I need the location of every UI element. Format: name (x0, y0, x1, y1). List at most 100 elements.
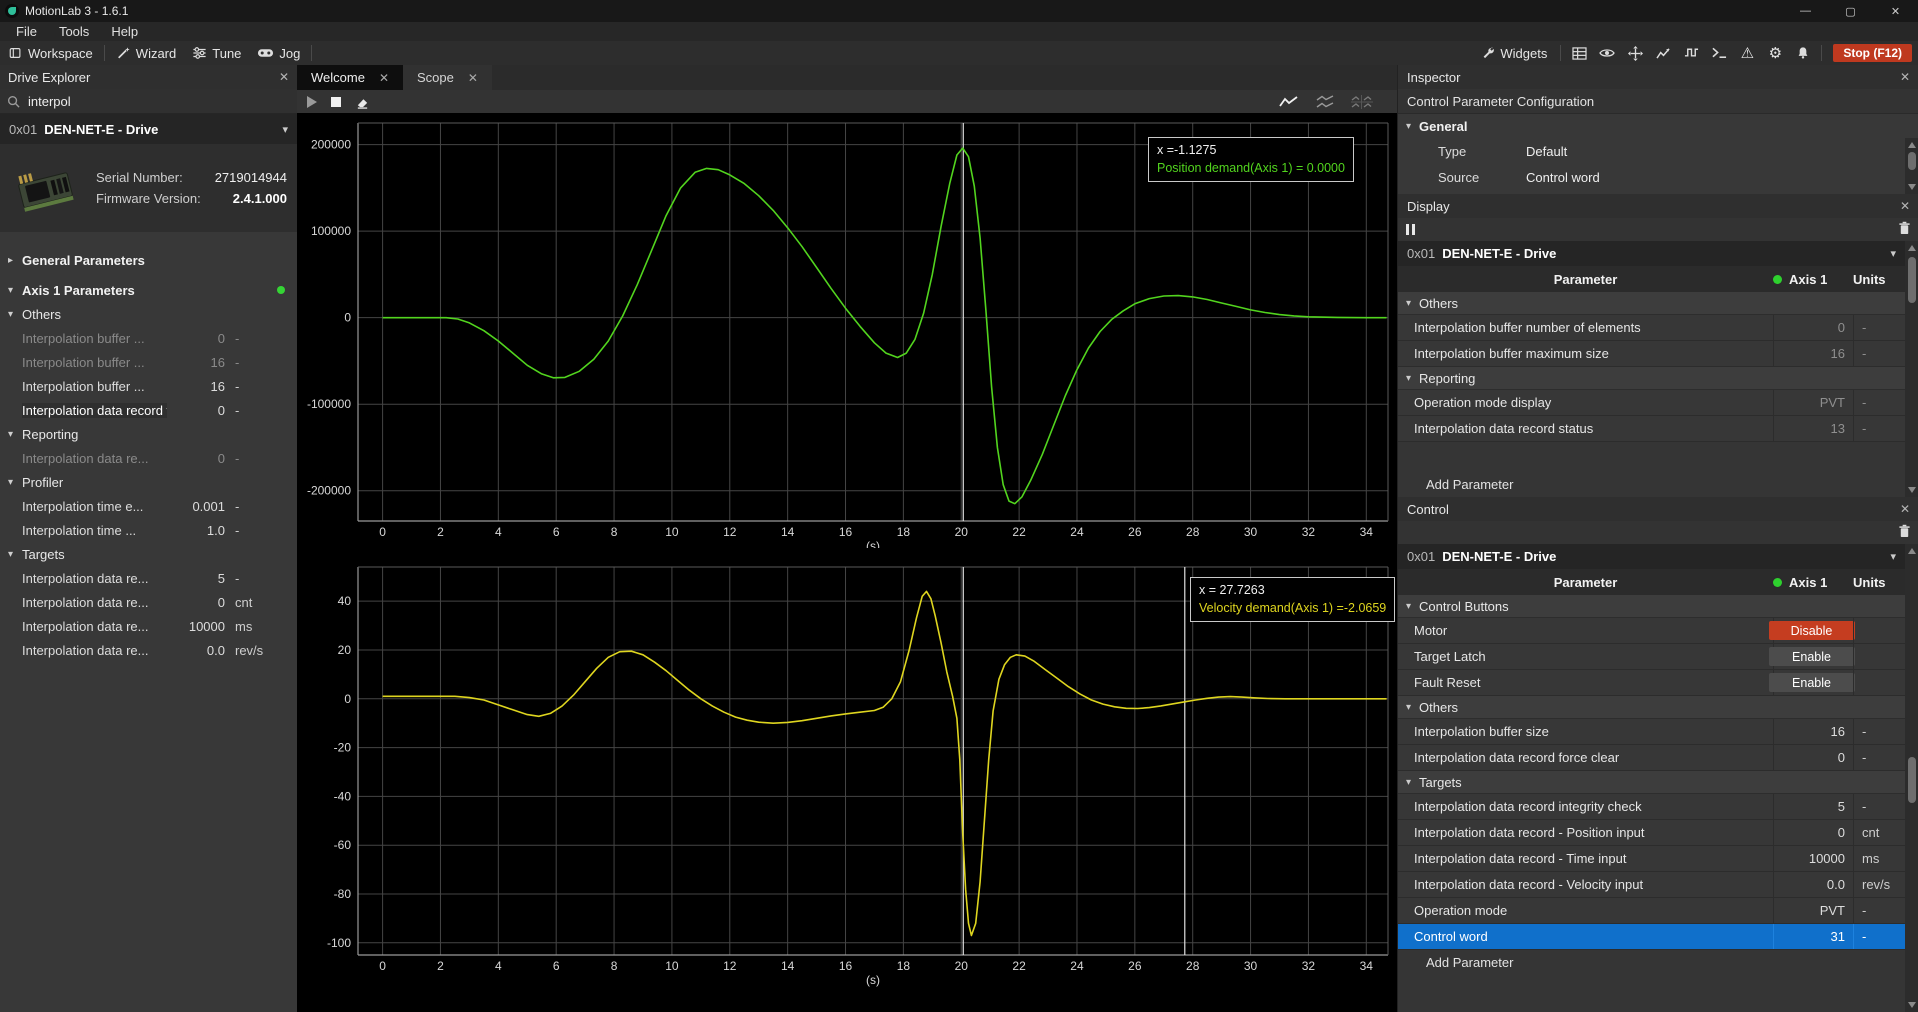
enable-button[interactable]: Enable (1769, 673, 1855, 692)
scroll-up-icon[interactable] (1908, 142, 1916, 148)
bell-icon[interactable] (1790, 43, 1816, 63)
section-scrollbar[interactable] (1905, 544, 1918, 1012)
tree-param-row[interactable]: Interpolation data record force clear0- (0, 398, 297, 422)
position-demand-chart[interactable]: 2000001000000-100000-2000000246810121416… (297, 113, 1397, 548)
terminal-icon[interactable] (1706, 43, 1732, 63)
tree-param-row[interactable]: Interpolation time ...1.0- (0, 518, 297, 542)
tab-close-icon[interactable]: ✕ (468, 71, 478, 85)
chart-grid-icon[interactable] (1351, 95, 1373, 109)
add-parameter-button[interactable]: Add Parameter (1398, 472, 1905, 497)
drive-selector[interactable]: 0x01 DEN-NET-E - Drive ▾ (0, 114, 297, 144)
trash-icon[interactable] (1898, 221, 1911, 238)
pause-icon[interactable] (1406, 224, 1415, 235)
table-row[interactable]: Operation modePVT- (1398, 898, 1905, 924)
tab-welcome[interactable]: Welcome ✕ (297, 65, 403, 90)
scroll-down-icon[interactable] (1908, 1002, 1916, 1008)
scrollbar-thumb[interactable] (1908, 257, 1916, 303)
tree-param-row[interactable]: Interpolation data re...5- (0, 566, 297, 590)
general-row-type[interactable]: Type Default (1398, 138, 1918, 164)
tree-param-row[interactable]: Interpolation buffer ...16- (0, 374, 297, 398)
scrollbar-thumb[interactable] (1908, 757, 1916, 803)
tab-scope[interactable]: Scope ✕ (403, 65, 492, 90)
widgets-button[interactable]: Widgets (1473, 46, 1555, 61)
scroll-down-icon[interactable] (1908, 487, 1916, 493)
table-row[interactable]: Operation mode displayPVT- (1398, 390, 1905, 416)
scroll-up-icon[interactable] (1908, 245, 1916, 251)
table-row[interactable]: Interpolation data record - Time input10… (1398, 846, 1905, 872)
general-section-header[interactable]: ▾ General (1398, 114, 1918, 138)
tree-param-row[interactable]: Interpolation buffer ...16- (0, 350, 297, 374)
scrollbar-thumb[interactable] (1908, 152, 1916, 170)
warning-icon[interactable]: ⚠ (1734, 43, 1760, 63)
record-stop-icon[interactable] (331, 97, 341, 107)
tree-group-targets[interactable]: ▾Targets (0, 542, 297, 566)
table-group-targets[interactable]: ▾Targets (1398, 771, 1905, 794)
tree-param-row[interactable]: Interpolation data re...0- (0, 446, 297, 470)
velocity-demand-chart[interactable]: 40200-20-40-60-80-1000246810121416182022… (297, 548, 1397, 1012)
gear-icon[interactable]: ⚙ (1762, 43, 1788, 63)
tree-param-row[interactable]: Interpolation data re...0.0rev/s (0, 638, 297, 662)
table-group-reporting[interactable]: ▾Reporting (1398, 367, 1905, 390)
table-group-others[interactable]: ▾Others (1398, 696, 1905, 719)
table-icon[interactable] (1566, 43, 1592, 63)
table-row[interactable]: Interpolation data record status13- (1398, 416, 1905, 442)
tab-close-icon[interactable]: ✕ (379, 71, 389, 85)
line-chart-icon[interactable] (1650, 43, 1676, 63)
wizard-button[interactable]: Wizard (108, 41, 184, 65)
maximize-button[interactable]: ▢ (1828, 0, 1873, 22)
tree-param-row[interactable]: Interpolation data re...0cnt (0, 590, 297, 614)
table-row[interactable]: Interpolation data record - Position inp… (1398, 820, 1905, 846)
table-row[interactable]: Control word31- (1398, 924, 1905, 950)
stop-f12-button[interactable]: Stop (F12) (1833, 44, 1912, 62)
section-close-icon[interactable]: ✕ (1900, 199, 1910, 213)
scroll-down-icon[interactable] (1908, 184, 1916, 190)
menu-file[interactable]: File (6, 24, 47, 39)
table-row[interactable]: Fault ResetEnable (1398, 670, 1905, 696)
move-icon[interactable] (1622, 43, 1648, 63)
tree-section-general-parameters[interactable]: ▸General Parameters (0, 248, 297, 272)
tree-group-others[interactable]: ▾Others (0, 302, 297, 326)
play-icon[interactable] (307, 96, 317, 108)
workspace-button[interactable]: Workspace (0, 41, 101, 65)
eraser-icon[interactable] (355, 95, 370, 109)
menu-tools[interactable]: Tools (49, 24, 99, 39)
disable-button[interactable]: Disable (1769, 621, 1855, 640)
tune-button[interactable]: Tune (184, 41, 249, 65)
table-row[interactable]: Interpolation buffer size16- (1398, 719, 1905, 745)
menu-help[interactable]: Help (101, 24, 148, 39)
tree-param-row[interactable]: Interpolation data re...10000ms (0, 614, 297, 638)
table-group-others[interactable]: ▾Others (1398, 292, 1905, 315)
scroll-up-icon[interactable] (1908, 548, 1916, 554)
tree-param-row[interactable]: Interpolation buffer ...0- (0, 326, 297, 350)
general-row-source[interactable]: Source Control word (1398, 164, 1918, 190)
chart-stacked-icon[interactable] (1315, 95, 1335, 109)
add-parameter-button[interactable]: Add Parameter (1398, 950, 1905, 975)
drive-explorer-close-icon[interactable]: ✕ (279, 70, 289, 84)
table-row[interactable]: Interpolation data record - Velocity inp… (1398, 872, 1905, 898)
signal-icon[interactable] (1678, 43, 1704, 63)
table-row[interactable]: Interpolation data record force clear0- (1398, 745, 1905, 771)
tree-section-axis-1-parameters[interactable]: ▾Axis 1 Parameters (0, 278, 297, 302)
inspector-close-icon[interactable]: ✕ (1900, 70, 1910, 84)
table-row[interactable]: MotorDisable (1398, 618, 1905, 644)
table-row[interactable]: Interpolation buffer number of elements0… (1398, 315, 1905, 341)
close-button[interactable]: ✕ (1873, 0, 1918, 22)
chart-single-icon[interactable] (1279, 95, 1299, 109)
table-group-control-buttons[interactable]: ▾Control Buttons (1398, 595, 1905, 618)
table-drive-selector[interactable]: 0x01DEN-NET-E - Drive▾ (1398, 241, 1905, 266)
tree-group-reporting[interactable]: ▾Reporting (0, 422, 297, 446)
eye-icon[interactable] (1594, 43, 1620, 63)
search-input[interactable] (26, 93, 260, 110)
minimize-button[interactable]: — (1783, 0, 1828, 22)
enable-button[interactable]: Enable (1769, 647, 1855, 666)
table-row[interactable]: Interpolation buffer maximum size16- (1398, 341, 1905, 367)
table-row[interactable]: Target LatchEnable (1398, 644, 1905, 670)
table-row[interactable]: Interpolation data record integrity chec… (1398, 794, 1905, 820)
trash-icon[interactable] (1898, 524, 1911, 541)
tree-param-row[interactable]: Interpolation time e...0.001- (0, 494, 297, 518)
section-scrollbar[interactable] (1905, 241, 1918, 497)
jog-button[interactable]: Jog (249, 41, 308, 65)
table-drive-selector[interactable]: 0x01DEN-NET-E - Drive▾ (1398, 544, 1905, 569)
section-close-icon[interactable]: ✕ (1900, 502, 1910, 516)
tree-group-profiler[interactable]: ▾Profiler (0, 470, 297, 494)
